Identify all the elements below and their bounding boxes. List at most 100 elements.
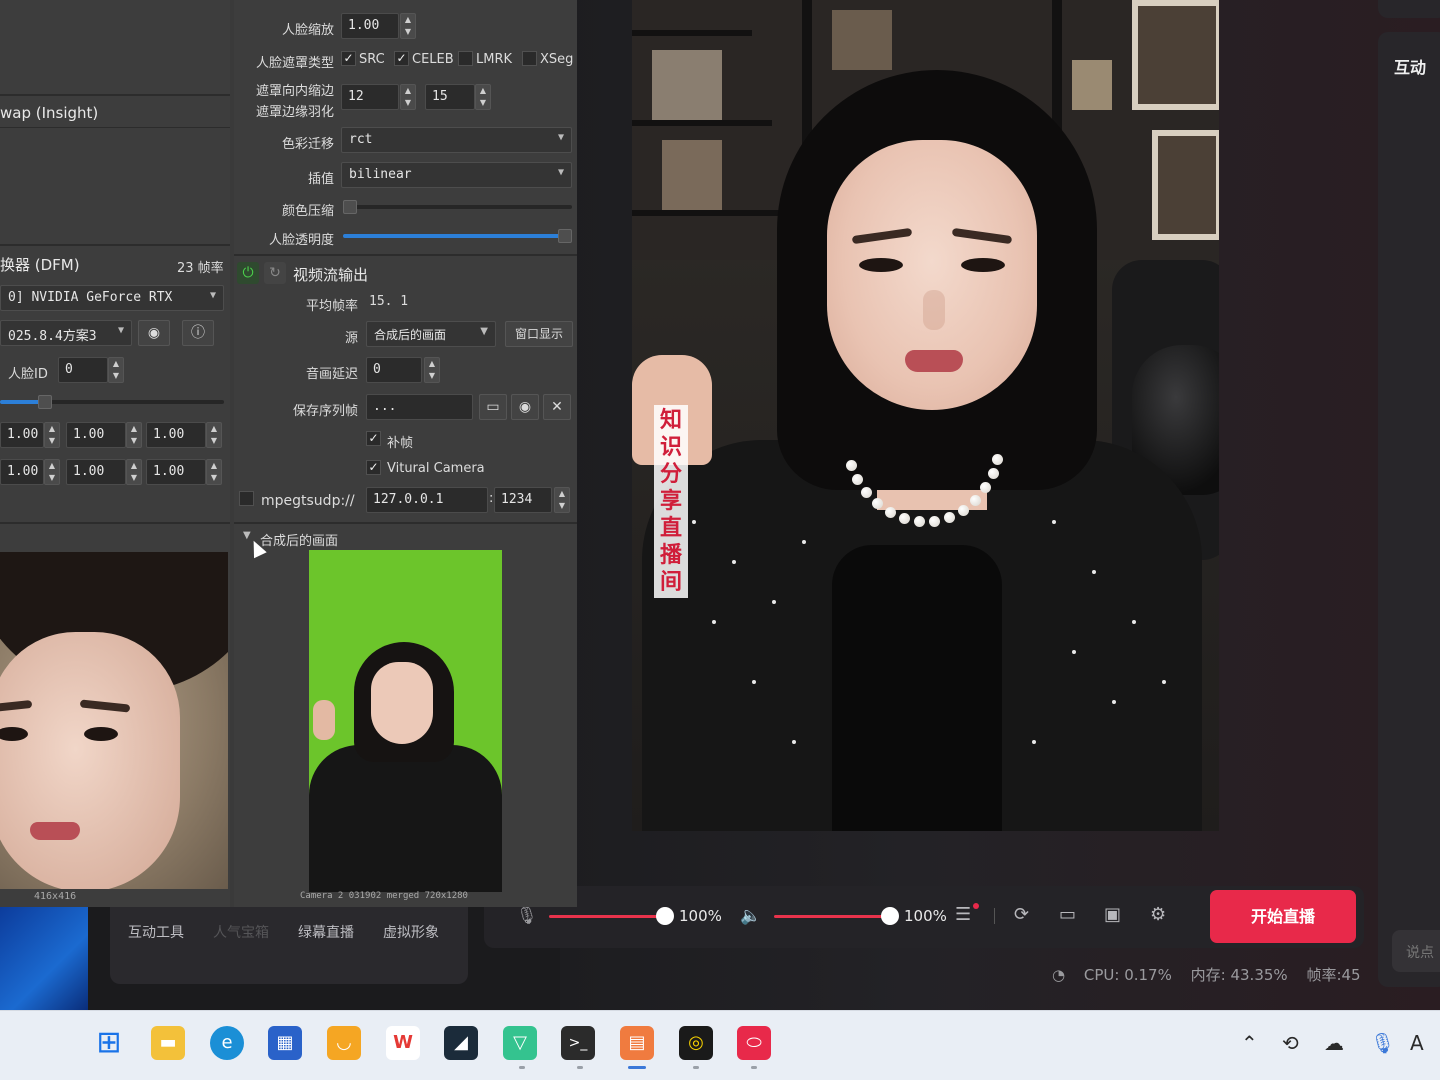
green-app-icon[interactable]: ▽: [503, 1026, 537, 1060]
face-id-field[interactable]: 0: [58, 357, 108, 383]
mpegts-host-field[interactable]: 127.0.0.1: [366, 487, 488, 513]
cmd-icon[interactable]: >_: [561, 1026, 595, 1060]
av-delay-stepper[interactable]: ▲ ▼: [424, 357, 440, 383]
face-swap-insight-header: wap (Insight): [0, 104, 99, 122]
color-compression-handle[interactable]: [343, 200, 357, 214]
color-compression-slider[interactable]: [343, 205, 572, 209]
left-slider-fill: [0, 400, 40, 404]
collapse-arrow-icon[interactable]: ▼: [243, 530, 251, 541]
param-2-2-stepper[interactable]: ▲ ▼: [126, 459, 142, 485]
speaker-volume-slider[interactable]: [774, 915, 890, 918]
refresh-icon[interactable]: ↻: [264, 262, 286, 284]
layout-icon[interactable]: ▭: [1059, 904, 1076, 925]
device-select[interactable]: 0] NVIDIA GeForce RTX ▼: [0, 285, 224, 311]
face-opacity-handle[interactable]: [558, 229, 572, 243]
divider: [994, 908, 995, 924]
tool-interactive[interactable]: 互动工具: [128, 922, 184, 942]
window-display-button[interactable]: 窗口显示: [505, 321, 573, 347]
mask-erode-stepper[interactable]: ▲ ▼: [400, 84, 416, 110]
chevron-up-icon[interactable]: ⌃: [1241, 1031, 1258, 1055]
sync-icon[interactable]: ⟲: [1282, 1031, 1299, 1055]
virtual-camera-checkbox[interactable]: ✓: [366, 460, 381, 475]
camera-app-icon[interactable]: ◎: [679, 1026, 713, 1060]
start-live-button[interactable]: 开始直播: [1210, 890, 1356, 943]
settings-icon[interactable]: ⚙: [1150, 904, 1166, 925]
mask-celeb-checkbox[interactable]: ✓: [394, 51, 409, 66]
interpolation-label: 插值: [307, 172, 334, 187]
wps-icon[interactable]: W: [386, 1026, 420, 1060]
microphone-tray-icon[interactable]: 🎙: [1370, 1031, 1395, 1055]
param-2-1[interactable]: 1.00: [0, 459, 44, 485]
power-icon[interactable]: ⏻: [237, 262, 259, 284]
mpegts-port-field[interactable]: 1234: [494, 487, 552, 513]
mask-celeb-label: CELEB: [412, 52, 454, 67]
param-1-3-stepper[interactable]: ▲ ▼: [206, 422, 222, 448]
param-1-2-stepper[interactable]: ▲ ▼: [126, 422, 142, 448]
file-explorer-icon[interactable]: ▬: [151, 1026, 185, 1060]
mask-lmrk-checkbox[interactable]: [458, 51, 473, 66]
folder-icon[interactable]: ▭: [479, 394, 507, 420]
edge-browser-icon[interactable]: e: [210, 1026, 244, 1060]
speaker-volume-knob[interactable]: [881, 907, 899, 925]
param-2-1-stepper[interactable]: ▲ ▼: [44, 459, 60, 485]
rotate-icon[interactable]: ⟳: [1014, 904, 1029, 925]
color-transfer-select[interactable]: rct ▼: [341, 127, 572, 153]
windows-start-icon[interactable]: ⊞: [92, 1026, 126, 1060]
mpegts-port-stepper[interactable]: ▲ ▼: [554, 487, 570, 513]
mask-xseg-checkbox[interactable]: [522, 51, 537, 66]
mixer-icon[interactable]: ☰: [955, 904, 971, 925]
taskbar-indicator: [751, 1066, 757, 1069]
param-1-1[interactable]: 1.00: [0, 422, 44, 448]
param-1-2[interactable]: 1.00: [66, 422, 126, 448]
ime-icon[interactable]: ◡: [327, 1026, 361, 1060]
performance-icon: ◔: [1052, 966, 1066, 984]
camera-icon[interactable]: ▣: [1104, 904, 1121, 925]
input-method-icon[interactable]: A: [1410, 1031, 1424, 1055]
cpu-usage: CPU: 0.17%: [1083, 966, 1172, 984]
fill-frames-checkbox[interactable]: ✓: [366, 431, 381, 446]
mask-src-checkbox[interactable]: ✓: [341, 51, 356, 66]
face-opacity-fill: [343, 234, 567, 238]
terminal-app-icon[interactable]: ◢: [444, 1026, 478, 1060]
model-select[interactable]: 025.8.4方案3 ▼: [0, 320, 132, 346]
param-1-1-stepper[interactable]: ▲ ▼: [44, 422, 60, 448]
left-slider-track[interactable]: [40, 400, 224, 404]
eye-icon[interactable]: ◉: [138, 320, 170, 346]
red-app-icon[interactable]: ⬭: [737, 1026, 771, 1060]
chat-input[interactable]: 说点: [1392, 930, 1440, 972]
swapped-face-preview: [0, 552, 228, 889]
face-scale-stepper[interactable]: ▲ ▼: [400, 13, 416, 39]
mpegts-checkbox[interactable]: [239, 491, 254, 506]
source-select[interactable]: 合成后的画面 ▼: [366, 321, 496, 347]
param-2-3-stepper[interactable]: ▲ ▼: [206, 459, 222, 485]
cloud-off-icon[interactable]: ☁: [1324, 1031, 1344, 1055]
tool-greenscreen[interactable]: 绿幕直播: [298, 922, 354, 942]
tool-popularity-box[interactable]: 人气宝箱: [213, 922, 269, 942]
source-label: 源: [344, 331, 358, 346]
param-2-3[interactable]: 1.00: [146, 459, 206, 485]
mask-erode-field[interactable]: 12: [341, 84, 399, 110]
speaker-icon[interactable]: 🔈: [740, 906, 761, 926]
interpolation-select[interactable]: bilinear ▼: [341, 162, 572, 188]
av-delay-label: 音画延迟: [305, 367, 358, 382]
mpegts-label: mpegtsudp://: [261, 493, 355, 509]
av-delay-field[interactable]: 0: [366, 357, 422, 383]
tool-avatar[interactable]: 虚拟形象: [383, 922, 439, 942]
mic-volume-knob[interactable]: [656, 907, 674, 925]
orange-app-icon[interactable]: ▤: [620, 1026, 654, 1060]
save-sequence-path[interactable]: ...: [366, 394, 473, 420]
mask-blur-field[interactable]: 15: [425, 84, 475, 110]
param-1-3[interactable]: 1.00: [146, 422, 206, 448]
face-scale-field[interactable]: 1.00: [341, 13, 399, 39]
face-id-stepper[interactable]: ▲ ▼: [108, 357, 124, 383]
store-icon[interactable]: ▦: [268, 1026, 302, 1060]
close-icon[interactable]: ✕: [543, 394, 571, 420]
microphone-icon[interactable]: 🎙: [516, 906, 538, 926]
mask-blur-label: 遮罩边缘羽化: [255, 105, 334, 120]
view-eye-icon[interactable]: ◉: [511, 394, 539, 420]
info-icon[interactable]: ⓘ: [182, 320, 214, 346]
left-slider-handle[interactable]: [38, 395, 52, 409]
param-2-2[interactable]: 1.00: [66, 459, 126, 485]
mic-volume-slider[interactable]: [549, 915, 665, 918]
mask-blur-stepper[interactable]: ▲ ▼: [475, 84, 491, 110]
